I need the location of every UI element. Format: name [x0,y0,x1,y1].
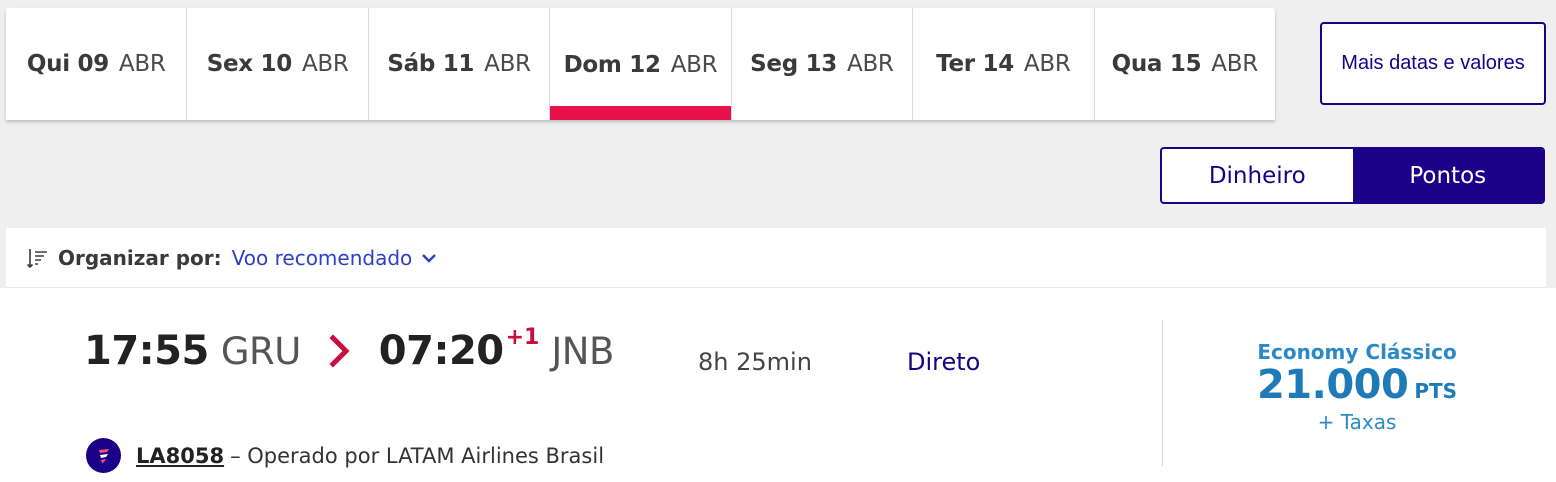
date-tab-month: ABR [670,52,718,78]
date-tab-month: ABR [118,51,166,77]
date-tab-day: Qua 15 [1111,51,1202,77]
date-tab-month: ABR [847,51,894,77]
points-option[interactable]: Pontos [1352,149,1543,202]
date-tab-1[interactable]: Sex 10 ABR [186,8,367,120]
date-tab-month: ABR [1023,51,1071,77]
date-tab-month: ABR [301,51,349,77]
operator-info: LA8058 – Operado por LATAM Airlines Bras… [86,438,604,473]
fare-unit: PTS [1414,379,1458,403]
arrival-time: 07:20 [378,328,504,374]
date-tab-day: Dom 12 [563,52,661,78]
date-tab-3-selected[interactable]: Dom 12 ABR [549,8,731,120]
date-tab-label: Seg 13 ABR [750,51,894,77]
latam-logo-icon [86,438,121,473]
date-tab-day: Qui 09 [26,51,109,77]
date-tab-day: Sáb 11 [387,51,475,77]
flight-stops: Direto [907,348,981,376]
operated-by-text: – Operado por LATAM Airlines Brasil [230,443,605,468]
cash-option[interactable]: Dinheiro [1162,149,1353,202]
fare-taxes: + Taxas [1317,410,1397,434]
flight-card[interactable]: 17:55 GRU 07:20 +1 JNB 8h 25min Direto E… [0,288,1556,482]
date-tab-day: Seg 13 [750,51,838,77]
currency-toggle: Dinheiro Pontos [1160,147,1545,204]
date-tab-4[interactable]: Seg 13 ABR [730,8,912,120]
fare-brand: Economy Clássico [1257,340,1457,364]
date-tab-0[interactable]: Qui 09 ABR [6,8,186,120]
fare-option[interactable]: Economy Clássico 21.000 PTS + Taxas [1164,340,1550,434]
flight-number-link[interactable]: LA8058 [136,444,224,468]
date-tab-label: Qua 15 ABR [1111,51,1259,77]
chevron-right-icon [329,334,350,368]
date-tab-label: Qui 09 ABR [27,51,166,77]
date-tab-month: ABR [1211,51,1258,77]
flight-duration: 8h 25min [698,348,812,376]
date-tab-2[interactable]: Sáb 11 ABR [367,8,549,120]
sort-bar: Organizar por: Voo recomendado [6,228,1546,288]
sort-dropdown[interactable]: Voo recomendado [232,246,413,270]
date-tab-label: Sáb 11 ABR [387,51,531,77]
date-tab-month: ABR [484,51,531,77]
active-tab-indicator [550,106,731,120]
date-tabs: Qui 09 ABR Sex 10 ABR Sáb 11 ABR Dom 12 ABR … [6,8,1275,120]
chevron-down-icon[interactable] [420,249,438,267]
arrival-airport: JNB [551,330,614,373]
date-tab-5[interactable]: Ter 14 ABR [912,8,1093,120]
departure-airport: GRU [220,330,301,373]
fare-price: 21.000 [1256,362,1409,408]
date-tab-day: Ter 14 [936,51,1014,77]
arrival-day-offset: +1 [505,325,540,350]
sort-label: Organizar por: [58,245,222,270]
date-tab-6[interactable]: Qua 15 ABR [1093,8,1275,120]
flight-times: 17:55 GRU 07:20 +1 JNB [84,325,614,374]
fare-price-line: 21.000 PTS [1164,364,1550,414]
divider [1162,320,1163,466]
more-dates-button[interactable]: Mais datas e valores [1320,22,1546,105]
date-tab-label: Dom 12 ABR [564,52,718,78]
sort-icon [26,248,47,268]
date-tab-label: Ter 14 ABR [936,51,1071,77]
date-tab-day: Sex 10 [206,51,293,77]
departure-time: 17:55 [84,328,209,374]
date-tab-label: Sex 10 ABR [207,51,349,77]
